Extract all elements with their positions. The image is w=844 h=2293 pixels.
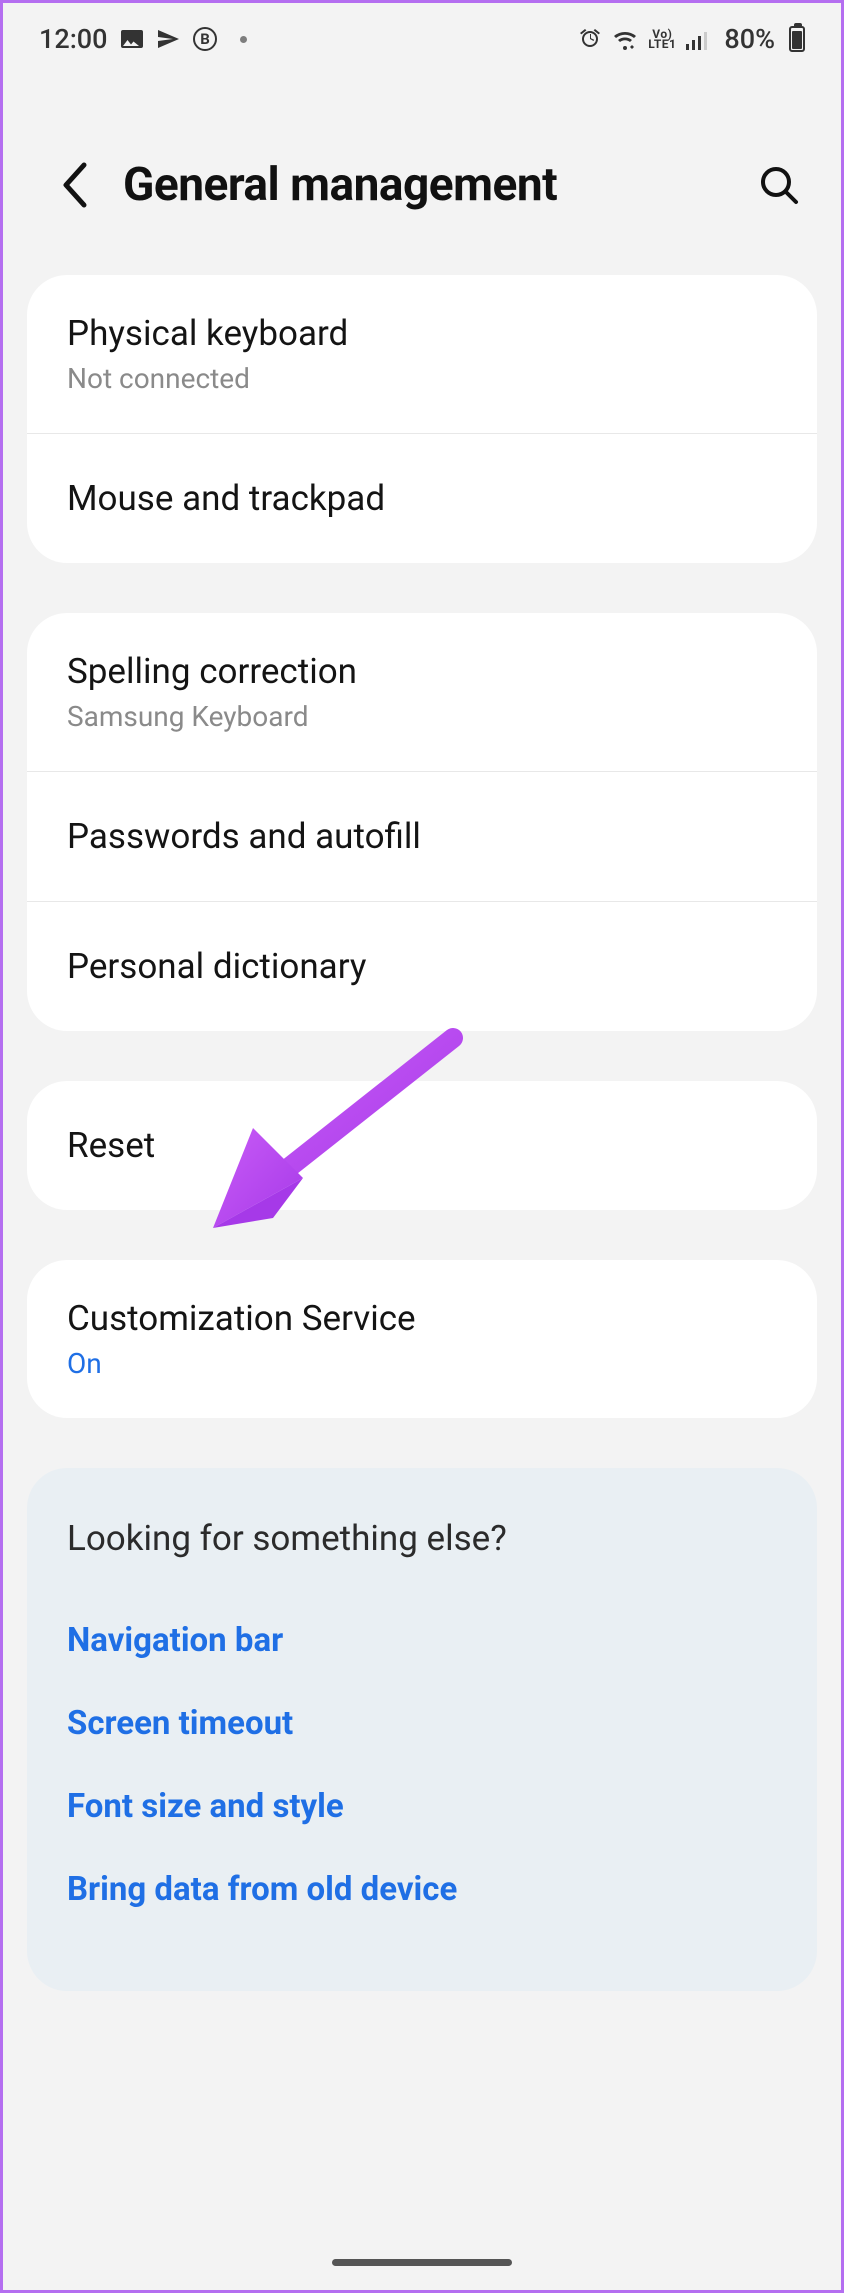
item-title: Physical keyboard [67,313,777,354]
item-title: Mouse and trackpad [67,478,777,519]
item-subtitle: Samsung Keyboard [67,700,777,733]
item-mouse-trackpad[interactable]: Mouse and trackpad [27,433,817,563]
settings-group-text: Spelling correction Samsung Keyboard Pas… [27,613,817,1031]
link-font-size-style[interactable]: Font size and style [67,1765,777,1848]
status-left: 12:00 B [39,23,247,55]
battery-percentage: 80% [724,23,775,55]
item-title: Personal dictionary [67,946,777,987]
item-title: Customization Service [67,1298,777,1339]
wifi-icon [612,28,638,50]
dot-icon [240,36,247,43]
item-title: Reset [67,1125,777,1166]
status-bar: 12:00 B Vo) LTE1 80% [3,3,841,65]
settings-group-input-devices: Physical keyboard Not connected Mouse an… [27,275,817,563]
link-screen-timeout[interactable]: Screen timeout [67,1682,777,1765]
status-time: 12:00 [39,23,108,55]
back-button[interactable] [43,155,103,215]
item-subtitle: Not connected [67,362,777,395]
looking-for-title: Looking for something else? [67,1518,777,1559]
svg-text:B: B [200,30,210,48]
settings-group-reset: Reset [27,1081,817,1210]
link-bring-data[interactable]: Bring data from old device [67,1848,777,1931]
looking-for-section: Looking for something else? Navigation b… [27,1468,817,1991]
item-title: Spelling correction [67,651,777,692]
chevron-left-icon [58,161,88,209]
search-icon [758,164,800,206]
settings-group-customization: Customization Service On [27,1260,817,1418]
alarm-icon [578,27,602,51]
item-personal-dictionary[interactable]: Personal dictionary [27,901,817,1031]
item-reset[interactable]: Reset [27,1081,817,1210]
header: General management [3,65,841,275]
gesture-handle[interactable] [332,2259,512,2266]
item-subtitle: On [67,1347,777,1380]
item-customization-service[interactable]: Customization Service On [27,1260,817,1418]
item-spelling-correction[interactable]: Spelling correction Samsung Keyboard [27,613,817,771]
item-title: Passwords and autofill [67,816,777,857]
item-passwords-autofill[interactable]: Passwords and autofill [27,771,817,901]
image-icon [120,27,144,51]
battery-icon [789,26,805,52]
search-button[interactable] [749,155,809,215]
signal-icon [686,28,710,50]
letter-b-icon: B [192,26,218,52]
page-title: General management [123,158,749,212]
status-right: Vo) LTE1 80% [578,23,805,55]
item-physical-keyboard[interactable]: Physical keyboard Not connected [27,275,817,433]
send-icon [156,27,180,51]
volte-icon: Vo) LTE1 [648,29,676,49]
link-navigation-bar[interactable]: Navigation bar [67,1599,777,1682]
